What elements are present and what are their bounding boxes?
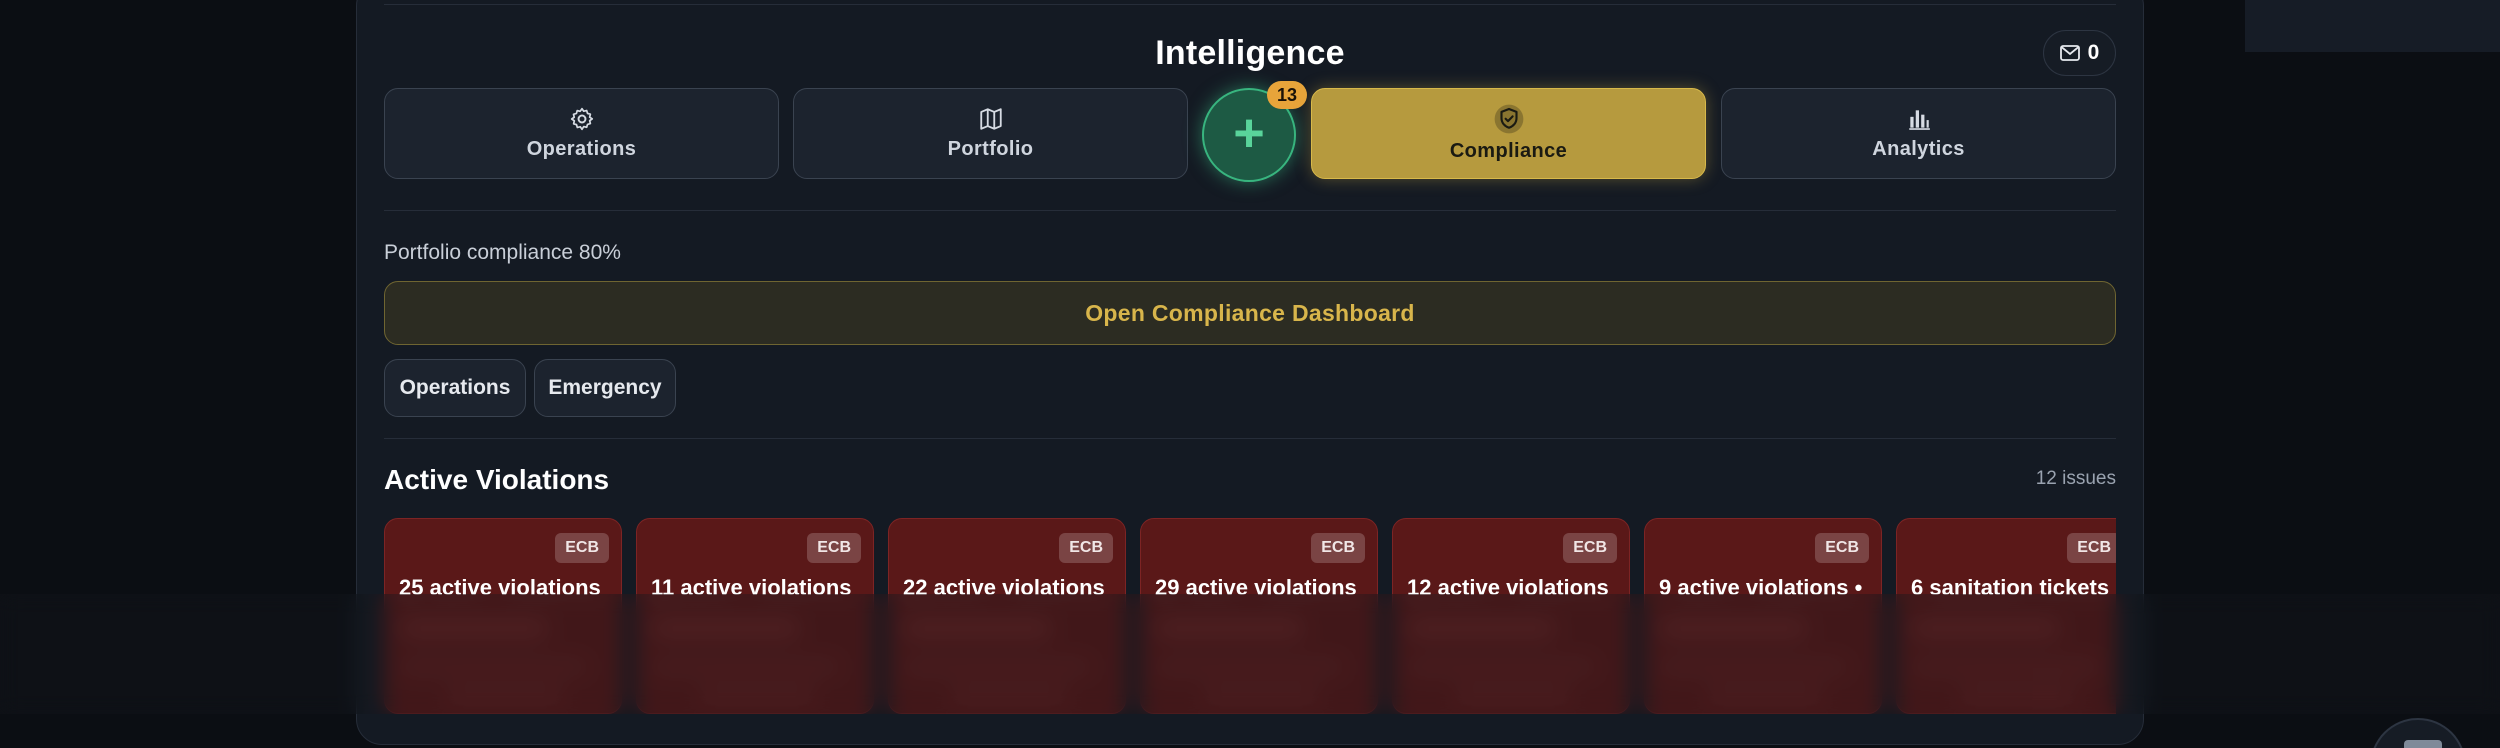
tab-label: Operations bbox=[526, 138, 637, 160]
filter-chip-operations[interactable]: Operations bbox=[384, 359, 526, 417]
tab-compliance[interactable]: Compliance bbox=[1311, 88, 1706, 179]
agency-tag: ECB bbox=[555, 533, 609, 563]
tab-analytics[interactable]: Analytics bbox=[1721, 88, 2116, 179]
agency-tag: ECB bbox=[1815, 533, 1869, 563]
fab-icon bbox=[2404, 740, 2442, 748]
tab-label: Analytics bbox=[1872, 138, 1965, 160]
agency-tag: ECB bbox=[1311, 533, 1365, 563]
messages-count: 0 bbox=[2087, 41, 2100, 64]
active-violations-title: Active Violations bbox=[384, 464, 610, 495]
privacy-blur-overlay bbox=[0, 594, 2500, 714]
floating-action-button[interactable] bbox=[2370, 718, 2466, 748]
tab-label: Portfolio bbox=[947, 138, 1034, 160]
tab-label: Compliance bbox=[1449, 140, 1568, 162]
issues-count: 12 issues bbox=[2035, 468, 2116, 489]
shield-check-icon bbox=[1494, 104, 1523, 134]
plus-icon: + bbox=[1233, 103, 1265, 163]
agency-tag: ECB bbox=[2067, 533, 2116, 563]
tabs-divider bbox=[384, 210, 2116, 211]
bar-chart-icon bbox=[1908, 110, 1930, 130]
messages-button[interactable]: 0 bbox=[2043, 30, 2116, 76]
gear-icon bbox=[570, 107, 593, 131]
section-divider bbox=[384, 438, 2116, 439]
filter-chip-emergency[interactable]: Emergency bbox=[534, 359, 676, 417]
open-compliance-dashboard-button[interactable]: Open Compliance Dashboard bbox=[384, 281, 2116, 345]
top-divider bbox=[384, 4, 2116, 5]
compliance-summary: Portfolio compliance 80% bbox=[384, 241, 621, 264]
page-title: Intelligence bbox=[1155, 34, 1345, 72]
tab-portfolio[interactable]: Portfolio bbox=[793, 88, 1188, 179]
tab-operations[interactable]: Operations bbox=[384, 88, 779, 179]
agency-tag: ECB bbox=[1059, 533, 1113, 563]
agency-tag: ECB bbox=[807, 533, 861, 563]
add-count-badge: 13 bbox=[1267, 81, 1307, 109]
agency-tag: ECB bbox=[1563, 533, 1617, 563]
mail-icon bbox=[2059, 45, 2080, 61]
map-icon bbox=[979, 108, 1002, 130]
